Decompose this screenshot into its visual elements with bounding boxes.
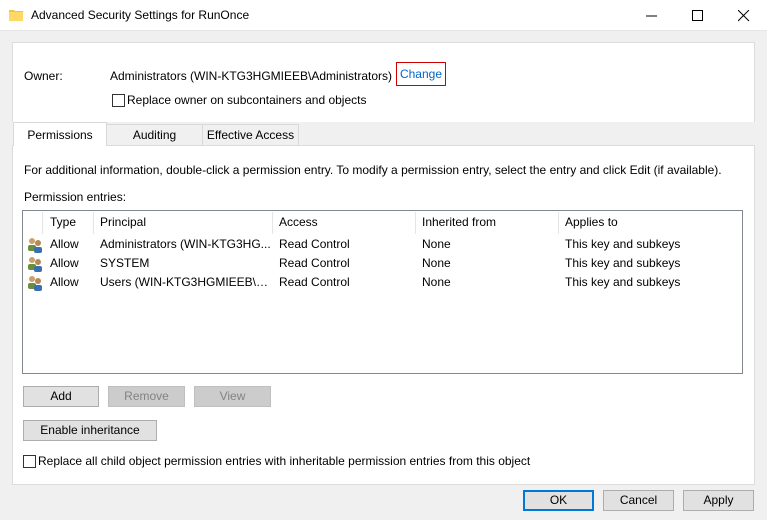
minimize-icon <box>646 15 657 17</box>
cancel-button[interactable]: Cancel <box>603 490 674 511</box>
maximize-icon <box>692 10 703 21</box>
owner-value: Administrators (WIN-KTG3HGMIEEB\Administ… <box>110 69 393 83</box>
entry-inherited-from: None <box>422 275 451 289</box>
replace-child-permissions-label[interactable]: Replace all child object permission entr… <box>38 454 530 468</box>
replace-owner-label[interactable]: Replace owner on subcontainers and objec… <box>127 93 366 107</box>
add-button[interactable]: Add <box>23 386 99 407</box>
permission-entries-label: Permission entries: <box>24 190 127 204</box>
users-icon <box>27 275 43 291</box>
entry-inherited-from: None <box>422 237 451 251</box>
entry-access: Read Control <box>279 256 350 270</box>
apply-button[interactable]: Apply <box>683 490 754 511</box>
replace-owner-checkbox[interactable] <box>112 94 125 107</box>
column-header-applies-to[interactable]: Applies to <box>559 212 741 234</box>
replace-child-permissions-checkbox[interactable] <box>23 455 36 468</box>
ok-button[interactable]: OK <box>523 490 594 511</box>
column-header-access[interactable]: Access <box>273 212 416 234</box>
users-icon <box>27 237 43 253</box>
maximize-button[interactable] <box>675 0 721 31</box>
tab-auditing[interactable]: Auditing <box>106 124 203 145</box>
tab-permissions[interactable]: Permissions <box>13 122 107 146</box>
minimize-button[interactable] <box>629 0 675 31</box>
enable-inheritance-button[interactable]: Enable inheritance <box>23 420 157 441</box>
column-header-principal[interactable]: Principal <box>94 212 273 234</box>
info-text: For additional information, double-click… <box>24 163 722 177</box>
column-header-type[interactable]: Type <box>44 212 94 234</box>
view-button[interactable]: View <box>194 386 271 407</box>
close-button[interactable] <box>721 0 767 31</box>
entry-principal: Administrators (WIN-KTG3HG... <box>100 237 271 251</box>
entry-type: Allow <box>50 237 79 251</box>
column-header-inherited-from[interactable]: Inherited from <box>416 212 559 234</box>
entry-principal: SYSTEM <box>100 256 150 270</box>
remove-button[interactable]: Remove <box>108 386 185 407</box>
owner-label: Owner: <box>24 69 63 83</box>
column-header-icon[interactable] <box>23 212 43 234</box>
permission-row[interactable]: Allow Users (WIN-KTG3HGMIEEB\Us... Read … <box>23 273 742 292</box>
entry-access: Read Control <box>279 237 350 251</box>
entry-principal: Users (WIN-KTG3HGMIEEB\Us... <box>100 275 272 289</box>
entry-applies-to: This key and subkeys <box>565 256 681 270</box>
title-bar: Advanced Security Settings for RunOnce <box>0 0 767 31</box>
folder-icon <box>9 8 23 22</box>
change-owner-link[interactable]: Change <box>396 62 446 86</box>
users-icon <box>27 256 43 272</box>
entry-type: Allow <box>50 256 79 270</box>
window-title: Advanced Security Settings for RunOnce <box>31 8 250 22</box>
entry-applies-to: This key and subkeys <box>565 275 681 289</box>
tab-effective-access[interactable]: Effective Access <box>202 124 299 145</box>
entry-type: Allow <box>50 275 79 289</box>
close-icon <box>738 10 750 22</box>
entry-access: Read Control <box>279 275 350 289</box>
entry-applies-to: This key and subkeys <box>565 237 681 251</box>
permission-row[interactable]: Allow Administrators (WIN-KTG3HG... Read… <box>23 235 742 254</box>
permission-row[interactable]: Allow SYSTEM Read Control None This key … <box>23 254 742 273</box>
entry-inherited-from: None <box>422 256 451 270</box>
